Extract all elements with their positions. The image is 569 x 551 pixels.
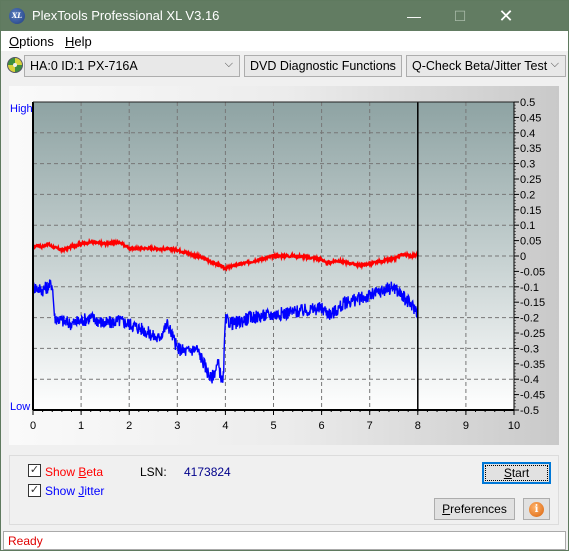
y-tick-label: 0.4 xyxy=(520,128,535,140)
show-jitter-label-pre: Show xyxy=(45,484,79,498)
start-accel: S xyxy=(503,466,512,480)
x-tick-label: 0 xyxy=(30,420,36,432)
y-tick-label: -0.1 xyxy=(520,282,539,294)
menu-help[interactable]: Help xyxy=(65,34,92,49)
function-select[interactable]: DVD Diagnostic Functions ⌵ xyxy=(244,55,402,77)
y-tick-label: 0.5 xyxy=(520,97,535,109)
show-beta-checkbox[interactable]: ✓ xyxy=(28,464,41,477)
y-tick-label: 0.2 xyxy=(520,189,535,201)
close-button[interactable]: ✕ xyxy=(483,1,529,31)
window-title: PlexTools Professional XL V3.16 xyxy=(32,8,220,23)
y-tick-label: 0.3 xyxy=(520,159,535,171)
y-tick-label: -0.25 xyxy=(520,328,545,340)
info-button[interactable]: i xyxy=(523,498,550,520)
lsn-value: 4173824 xyxy=(184,465,231,479)
chevron-down-icon: ⌵ xyxy=(386,58,395,70)
maximize-button[interactable]: ☐ xyxy=(437,1,483,31)
toolbar: HA:0 ID:1 PX-716A ⌵ DVD Diagnostic Funct… xyxy=(1,52,568,80)
y-tick-label: -0.2 xyxy=(520,313,539,325)
checkmark-icon: ✓ xyxy=(29,484,40,496)
y-tick-label: 0.15 xyxy=(520,205,541,217)
preferences-accel: P xyxy=(442,502,451,516)
function-select-value: DVD Diagnostic Functions xyxy=(250,59,396,73)
chart-panel: 0 1 2 3 4 5 6 7 8 9 10 0.5 0.45 0.4 0.35 0.3 0.25 0.2 0.15… xyxy=(9,86,559,445)
checkmark-icon: ✓ xyxy=(29,464,40,476)
drive-select-value: HA:0 ID:1 PX-716A xyxy=(30,59,138,73)
axis-label-low: Low xyxy=(10,401,30,413)
test-select-value: Q-Check Beta/Jitter Test xyxy=(412,59,548,73)
y-tick-label: -0.3 xyxy=(520,343,539,355)
y-tick-label: 0 xyxy=(520,251,526,263)
beta-jitter-chart: 0 1 2 3 4 5 6 7 8 9 10 0.5 0.45 0.4 0.35 0.3 0.25 0.2 0.15… xyxy=(10,97,545,432)
x-tick-label: 10 xyxy=(508,420,520,432)
title-bar: XL PlexTools Professional XL V3.16 — ☐ ✕ xyxy=(1,1,568,31)
menu-options[interactable]: Options xyxy=(9,34,54,49)
show-jitter-label-post: itter xyxy=(84,484,105,498)
show-beta-label-pre: Show xyxy=(45,465,79,479)
x-tick-label: 5 xyxy=(270,420,276,432)
x-tick-label: 4 xyxy=(222,420,228,432)
app-window: XL PlexTools Professional XL V3.16 — ☐ ✕… xyxy=(0,0,569,551)
menu-bar: Options Help xyxy=(1,31,568,51)
y-tick-label: 0.05 xyxy=(520,236,541,248)
x-tick-label: 6 xyxy=(319,420,325,432)
show-jitter-label[interactable]: Show Jitter xyxy=(45,484,104,498)
x-tick-label: 1 xyxy=(78,420,84,432)
info-icon: i xyxy=(529,502,544,517)
y-tick-label: -0.4 xyxy=(520,374,539,386)
lsn-label: LSN: xyxy=(140,465,167,479)
x-tick-label: 8 xyxy=(415,420,421,432)
preferences-button[interactable]: Preferences xyxy=(434,498,515,520)
show-jitter-checkbox[interactable]: ✓ xyxy=(28,484,41,497)
menu-help-accel: H xyxy=(65,34,75,49)
menu-options-label: ptions xyxy=(19,34,54,49)
show-beta-label-post: eta xyxy=(86,465,104,479)
x-tick-label: 9 xyxy=(463,420,469,432)
axis-label-high: High xyxy=(10,103,33,115)
drive-select[interactable]: HA:0 ID:1 PX-716A ⌵ xyxy=(24,55,240,77)
preferences-label: references xyxy=(450,502,507,516)
x-tick-label: 7 xyxy=(367,420,373,432)
y-tick-label: -0.5 xyxy=(520,405,539,417)
chevron-down-icon: ⌵ xyxy=(224,58,233,70)
test-select[interactable]: Q-Check Beta/Jitter Test ⌵ xyxy=(406,55,566,77)
show-beta-label[interactable]: Show Beta xyxy=(45,465,103,479)
x-tick-label: 2 xyxy=(126,420,132,432)
y-tick-label: -0.45 xyxy=(520,390,545,402)
y-tick-label: -0.15 xyxy=(520,297,545,309)
status-text: Ready xyxy=(8,534,43,548)
disc-drive-icon xyxy=(7,57,23,73)
y-tick-label: 0.1 xyxy=(520,220,535,232)
menu-help-label: elp xyxy=(74,34,92,49)
chevron-down-icon: ⌵ xyxy=(550,58,559,70)
menu-options-accel: O xyxy=(9,34,20,49)
y-tick-label: 0.25 xyxy=(520,174,541,186)
y-tick-label: 0.45 xyxy=(520,112,541,124)
app-logo-icon: XL xyxy=(9,8,25,24)
y-tick-label: 0.35 xyxy=(520,143,541,155)
start-button[interactable]: Start xyxy=(482,462,551,484)
x-tick-label: 3 xyxy=(174,420,180,432)
status-bar: Ready xyxy=(3,531,566,550)
minimize-button[interactable]: — xyxy=(391,1,437,31)
start-label: tart xyxy=(511,466,530,480)
y-tick-label: -0.05 xyxy=(520,266,545,278)
y-tick-label: -0.35 xyxy=(520,359,545,371)
